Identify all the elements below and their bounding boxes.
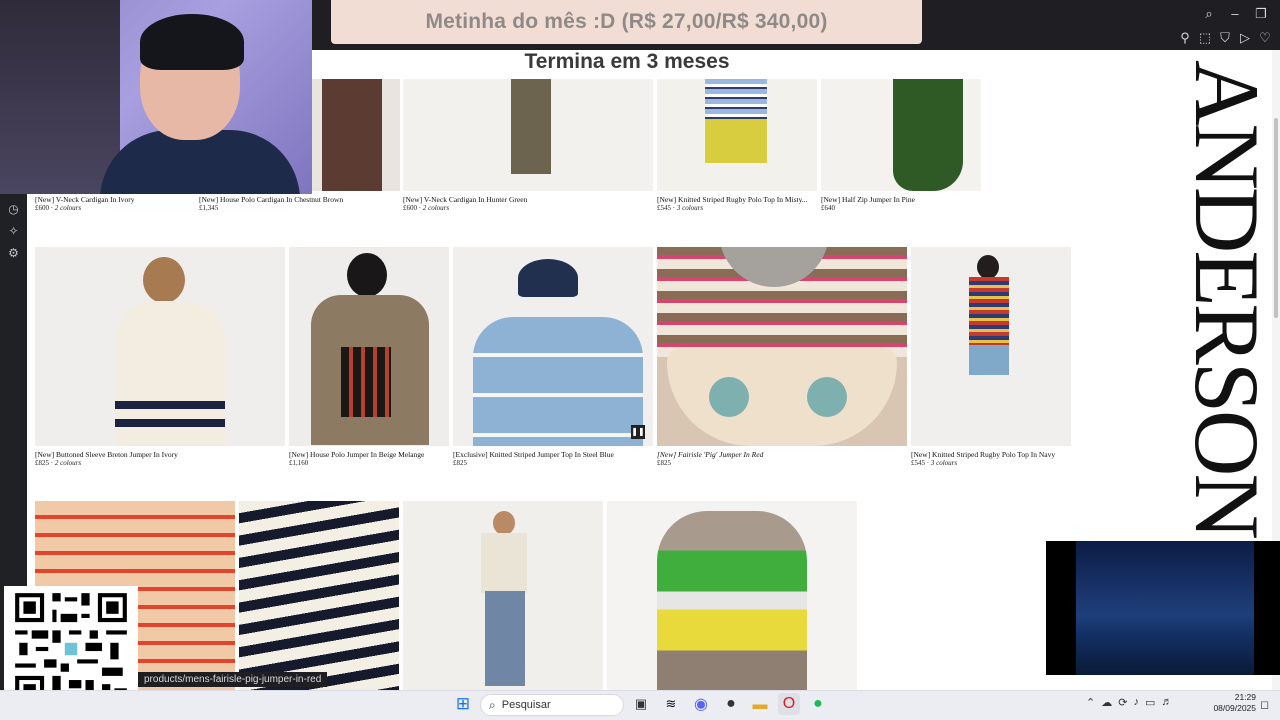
chevron-up-icon[interactable]: ⌃ (1086, 696, 1095, 709)
taskbar-clock[interactable]: 21:29 08/09/2025 (1200, 692, 1256, 714)
product-colours: 2 colours (54, 204, 82, 212)
product-price: £825 (657, 459, 671, 467)
history-icon[interactable]: ◷ (0, 198, 27, 220)
settings-icon[interactable]: ⚙ (0, 242, 27, 264)
product-name[interactable]: [New] House Polo Jumper In Beige Melange (289, 450, 424, 459)
extensions-icon[interactable]: ✧ (0, 220, 27, 242)
opera-icon[interactable]: O (778, 693, 800, 715)
product-image[interactable] (607, 501, 857, 690)
product-card[interactable]: [New] V-Neck Cardigan In Hunter Green £6… (403, 195, 527, 212)
product-price: £640 (821, 204, 835, 212)
product-price: £545 (911, 459, 925, 467)
product-colours: 2 colours (422, 204, 450, 212)
brand-text: ANDERSON (1182, 60, 1272, 537)
product-image[interactable] (657, 247, 907, 446)
brand-logo: ANDERSON (1182, 60, 1272, 540)
spotify-icon[interactable]: ● (807, 693, 829, 715)
product-name[interactable]: [Exclusive] Knitted Striped Jumper Top I… (453, 450, 614, 459)
task-view-icon[interactable]: ▣ (630, 693, 652, 715)
taskbar-search-label: Pesquisar (501, 699, 551, 711)
file-explorer-icon[interactable]: ▬ (749, 693, 771, 715)
volume-icon[interactable]: ♬ (1161, 696, 1172, 709)
wifi-icon[interactable]: ▭ (1145, 696, 1155, 709)
goal-banner: Metinha do mês :D (R$ 27,00/R$ 340,00) (331, 0, 922, 44)
screenshot-icon[interactable]: ⬚ (1196, 29, 1214, 47)
product-name[interactable]: [New] House Polo Cardigan In Chestnut Br… (199, 195, 343, 204)
browser-toolbar-icons: ⚲ ⬚ ⛉ ▷ ♡ ⋮ (1176, 29, 1280, 47)
product-card[interactable]: [New] House Polo Jumper In Beige Melange… (289, 450, 424, 467)
product-name[interactable]: [New] V-Neck Cardigan In Hunter Green (403, 195, 527, 204)
shield-icon[interactable]: ⛉ (1216, 29, 1234, 47)
product-name[interactable]: [New] Half Zip Jumper In Pine (821, 195, 915, 204)
product-name[interactable]: [New] Knitted Striped Rugby Polo Top In … (911, 450, 1055, 459)
product-card[interactable]: [New] House Polo Cardigan In Chestnut Br… (199, 195, 343, 212)
heart-icon[interactable]: ♡ (1256, 29, 1274, 47)
product-name[interactable]: [New] Knitted Striped Rugby Polo Top In … (657, 195, 808, 204)
product-price: £1,345 (199, 204, 219, 212)
microphone-icon[interactable]: ♪ (1133, 696, 1139, 709)
app-icon[interactable]: ≋ (660, 693, 682, 715)
product-card[interactable]: [New] Buttoned Sleeve Breton Jumper In I… (35, 450, 178, 467)
product-card[interactable]: [New] Knitted Striped Rugby Polo Top In … (657, 195, 808, 212)
product-image[interactable] (35, 247, 285, 446)
product-name[interactable]: [New] Buttoned Sleeve Breton Jumper In I… (35, 450, 178, 459)
product-image[interactable] (911, 247, 1071, 446)
product-name[interactable]: [New] V-Neck Cardigan In Ivory (35, 195, 135, 204)
network-icon[interactable]: ☁ (1101, 696, 1112, 709)
goal-text: Metinha do mês :D (R$ 27,00/R$ 340,00) (425, 10, 828, 33)
play-icon[interactable]: ▷ (1236, 29, 1254, 47)
webcam-overlay (0, 0, 312, 194)
sync-icon[interactable]: ⟳ (1118, 696, 1127, 709)
search-icon[interactable]: ⌕ (1200, 5, 1218, 23)
product-price: £600 (35, 204, 49, 212)
steam-icon[interactable]: ● (720, 693, 742, 715)
product-image[interactable] (403, 79, 653, 191)
system-tray: ⌃ ☁ ⟳ ♪ ▭ ♬ (1086, 696, 1172, 709)
goal-ends-text: Termina em 3 meses (524, 50, 730, 73)
product-price: £545 (657, 204, 671, 212)
window-controls: ⌕ – ❐ ✕ (1200, 5, 1280, 23)
product-colours: 3 colours (930, 459, 958, 467)
scrollbar-thumb[interactable] (1274, 118, 1278, 318)
product-colours: 3 colours (676, 204, 704, 212)
product-card[interactable]: [New] Knitted Striped Rugby Polo Top In … (911, 450, 1055, 467)
pause-icon[interactable]: ❚❚ (631, 425, 645, 439)
restore-icon[interactable]: ❐ (1252, 5, 1270, 23)
product-price: £825 (453, 459, 467, 467)
clock-date: 08/09/2025 (1213, 703, 1256, 713)
product-price: £600 (403, 204, 417, 212)
clock-time: 21:29 (1234, 692, 1256, 702)
product-name[interactable]: [New] Fairisle 'Pig' Jumper In Red (657, 450, 763, 459)
pin-icon[interactable]: ⚲ (1176, 29, 1194, 47)
taskbar-search[interactable]: ⌕ Pesquisar (480, 694, 624, 716)
product-image[interactable] (289, 247, 449, 446)
product-image[interactable] (312, 79, 400, 191)
product-image[interactable] (239, 501, 399, 690)
product-image[interactable] (657, 79, 817, 191)
discord-icon[interactable]: ◉ (690, 693, 712, 715)
product-card[interactable]: [New] Half Zip Jumper In Pine £640 (821, 195, 915, 212)
product-price: £825 (35, 459, 49, 467)
product-colours: 2 colours (54, 459, 82, 467)
search-icon: ⌕ (489, 697, 496, 712)
product-image[interactable]: ❚❚ (453, 247, 653, 446)
minimize-icon[interactable]: – (1226, 5, 1244, 23)
product-image[interactable] (403, 501, 603, 690)
product-card[interactable]: [New] V-Neck Cardigan In Ivory £600 · 2 … (35, 195, 135, 212)
notification-icon[interactable]: ◻ (1260, 698, 1269, 711)
start-icon[interactable]: ⊞ (452, 693, 474, 715)
mini-player-video[interactable] (1076, 541, 1254, 675)
product-card[interactable]: [New] Fairisle 'Pig' Jumper In Red £825 (657, 450, 763, 467)
product-card[interactable]: [Exclusive] Knitted Striped Jumper Top I… (453, 450, 614, 467)
product-image[interactable] (821, 79, 981, 191)
status-url: products/mens-fairisle-pig-jumper-in-red (138, 672, 328, 687)
product-price: £1,160 (289, 459, 309, 467)
menu-icon[interactable]: ⋮ (1276, 29, 1280, 47)
